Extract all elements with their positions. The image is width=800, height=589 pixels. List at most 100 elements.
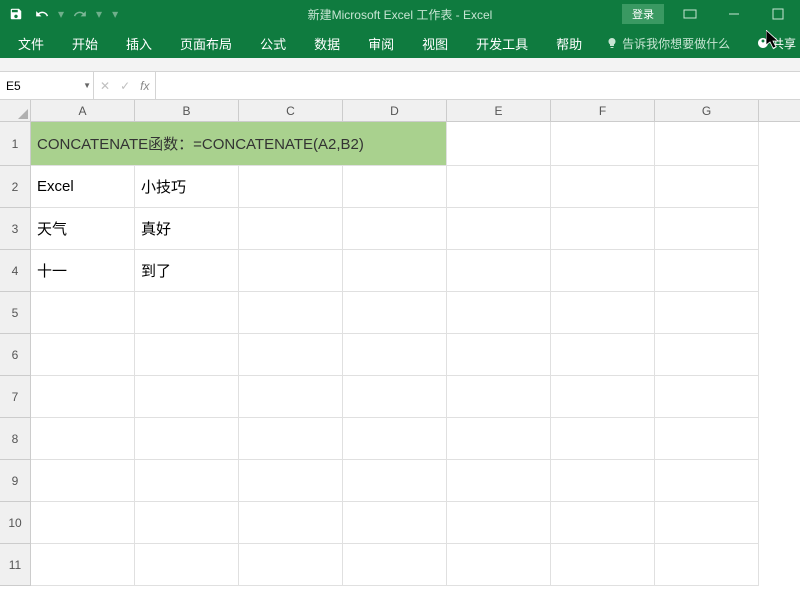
col-header-d[interactable]: D	[343, 100, 447, 121]
ribbon-display-icon[interactable]	[672, 2, 708, 26]
cell[interactable]	[135, 376, 239, 418]
cell[interactable]	[343, 376, 447, 418]
cell[interactable]	[135, 544, 239, 586]
cell[interactable]	[135, 292, 239, 334]
cell[interactable]	[551, 166, 655, 208]
undo-icon[interactable]	[30, 2, 54, 26]
cell[interactable]	[551, 334, 655, 376]
cell[interactable]	[551, 544, 655, 586]
cell[interactable]	[135, 418, 239, 460]
tab-developer[interactable]: 开发工具	[462, 28, 542, 59]
select-all-corner[interactable]	[0, 100, 31, 121]
cell[interactable]	[135, 502, 239, 544]
cell[interactable]	[551, 122, 655, 166]
row-header-5[interactable]: 5	[0, 292, 31, 334]
cell-a1-merged[interactable]: CONCATENATE函数：=CONCATENATE(A2,B2)	[31, 122, 447, 166]
maximize-icon[interactable]	[760, 2, 796, 26]
cell[interactable]	[31, 502, 135, 544]
row-header-8[interactable]: 8	[0, 418, 31, 460]
col-header-b[interactable]: B	[135, 100, 239, 121]
cell[interactable]	[31, 460, 135, 502]
cell-b4[interactable]: 到了	[135, 250, 239, 292]
cell[interactable]	[655, 250, 759, 292]
cell[interactable]	[447, 166, 551, 208]
name-box[interactable]: E5 ▼	[0, 72, 94, 99]
cell[interactable]	[655, 292, 759, 334]
cell[interactable]	[655, 334, 759, 376]
cell[interactable]	[31, 334, 135, 376]
cell-a4[interactable]: 十一	[31, 250, 135, 292]
cell[interactable]	[447, 292, 551, 334]
cell[interactable]	[447, 208, 551, 250]
cell[interactable]	[135, 460, 239, 502]
tab-home[interactable]: 开始	[58, 28, 112, 59]
cell[interactable]	[447, 376, 551, 418]
tab-formulas[interactable]: 公式	[246, 28, 300, 59]
cell[interactable]	[447, 502, 551, 544]
cell[interactable]	[239, 502, 343, 544]
redo-icon[interactable]	[68, 2, 92, 26]
cell[interactable]	[551, 376, 655, 418]
tell-me-search[interactable]: 告诉我你想要做什么	[606, 35, 730, 52]
col-header-a[interactable]: A	[31, 100, 135, 121]
cell-a2[interactable]: Excel	[31, 166, 135, 208]
cell[interactable]	[343, 418, 447, 460]
cell[interactable]	[655, 418, 759, 460]
cell[interactable]	[343, 460, 447, 502]
cell[interactable]	[343, 502, 447, 544]
cell[interactable]	[551, 208, 655, 250]
row-header-2[interactable]: 2	[0, 166, 31, 208]
cell[interactable]	[239, 250, 343, 292]
cell[interactable]	[31, 418, 135, 460]
cell[interactable]	[655, 544, 759, 586]
cell[interactable]	[343, 250, 447, 292]
row-header-9[interactable]: 9	[0, 460, 31, 502]
row-header-3[interactable]: 3	[0, 208, 31, 250]
cell[interactable]	[447, 250, 551, 292]
cell[interactable]	[655, 460, 759, 502]
tab-help[interactable]: 帮助	[542, 28, 596, 59]
qat-customize-icon[interactable]: ▾	[112, 7, 118, 21]
cell[interactable]	[343, 544, 447, 586]
row-header-1[interactable]: 1	[0, 122, 31, 166]
cell[interactable]	[239, 292, 343, 334]
cell[interactable]	[239, 166, 343, 208]
col-header-f[interactable]: F	[551, 100, 655, 121]
minimize-icon[interactable]	[716, 2, 752, 26]
cell[interactable]	[447, 334, 551, 376]
cell[interactable]	[135, 334, 239, 376]
cell[interactable]	[239, 208, 343, 250]
cell[interactable]	[551, 292, 655, 334]
cell[interactable]	[343, 292, 447, 334]
col-header-e[interactable]: E	[447, 100, 551, 121]
tab-layout[interactable]: 页面布局	[166, 28, 246, 59]
share-button[interactable]: 共享	[757, 35, 796, 52]
cell[interactable]	[343, 208, 447, 250]
cell-b2[interactable]: 小技巧	[135, 166, 239, 208]
cell[interactable]	[447, 122, 551, 166]
save-icon[interactable]	[4, 2, 28, 26]
cell[interactable]	[655, 166, 759, 208]
cell-a3[interactable]: 天气	[31, 208, 135, 250]
cell[interactable]	[31, 544, 135, 586]
cell[interactable]	[447, 544, 551, 586]
cell[interactable]	[343, 166, 447, 208]
row-header-4[interactable]: 4	[0, 250, 31, 292]
cell[interactable]	[655, 376, 759, 418]
col-header-g[interactable]: G	[655, 100, 759, 121]
row-header-11[interactable]: 11	[0, 544, 31, 586]
cell[interactable]	[343, 334, 447, 376]
tab-insert[interactable]: 插入	[112, 28, 166, 59]
tab-view[interactable]: 视图	[408, 28, 462, 59]
row-header-10[interactable]: 10	[0, 502, 31, 544]
cell[interactable]	[239, 334, 343, 376]
cancel-formula-icon[interactable]: ✕	[100, 79, 110, 93]
cell[interactable]	[239, 418, 343, 460]
accept-formula-icon[interactable]: ✓	[120, 79, 130, 93]
login-button[interactable]: 登录	[622, 4, 664, 24]
cell[interactable]	[551, 418, 655, 460]
cell[interactable]	[31, 376, 135, 418]
row-header-6[interactable]: 6	[0, 334, 31, 376]
tab-file[interactable]: 文件	[4, 28, 58, 59]
cell[interactable]	[655, 208, 759, 250]
